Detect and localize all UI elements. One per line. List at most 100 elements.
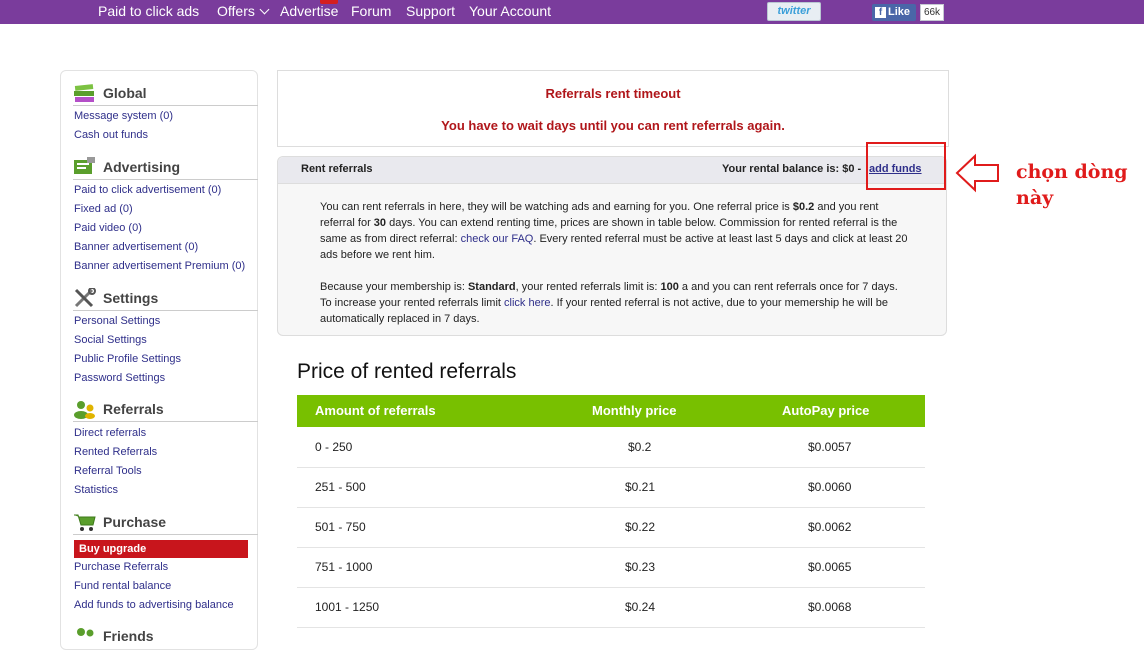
facebook-like-button[interactable]: f Like <box>872 4 916 21</box>
top-nav-bar: Paid to click ads Offers Advertise Forum… <box>0 0 1144 24</box>
folder-stack-icon <box>74 84 94 102</box>
sidebar-item-statistics[interactable]: Statistics <box>74 484 118 496</box>
timeout-title: Referrals rent timeout <box>545 86 681 101</box>
cell-monthly: $0.22 <box>625 520 656 534</box>
price-table-header: Amount of referrals Monthly price AutoPa… <box>297 395 925 427</box>
timeout-panel: Referrals rent timeout You have to wait … <box>277 70 949 147</box>
rent-p2-text-b: , your rented referrals limit is: <box>515 281 661 293</box>
arrow-left-icon <box>955 153 999 193</box>
table-row: 0 - 250 $0.2 $0.0057 <box>297 427 925 468</box>
rent-days: 30 <box>373 217 387 229</box>
table-row: 251 - 500 $0.21 $0.0060 <box>297 467 925 508</box>
sidebar-item-banner-premium[interactable]: Banner advertisement Premium (0) <box>74 260 245 272</box>
nav-offers[interactable]: Offers <box>217 3 270 19</box>
sidebar-item-public-profile[interactable]: Public Profile Settings <box>74 353 181 365</box>
tools-icon <box>74 288 96 308</box>
rent-referrals-header: Rent referrals Your rental balance is: $… <box>278 157 946 184</box>
shopping-cart-icon <box>74 514 96 531</box>
section-title: Friends <box>103 628 154 644</box>
cell-monthly: $0.24 <box>625 600 656 614</box>
sidebar-item-paid-video[interactable]: Paid video (0) <box>74 222 142 234</box>
faq-link[interactable]: check our FAQ <box>461 233 534 245</box>
sidebar-item-personal-settings[interactable]: Personal Settings <box>74 315 160 327</box>
sidebar-section-settings: Settings <box>73 288 258 311</box>
cell-amount: 1001 - 1250 <box>315 600 380 614</box>
sidebar-item-message-system[interactable]: Message system (0) <box>74 110 173 122</box>
rent-p2-text-a: Because your membership is: <box>320 281 468 293</box>
chevron-down-icon <box>259 4 270 15</box>
sidebar-section-referrals: Referrals <box>73 399 258 422</box>
users-icon <box>74 401 95 419</box>
sidebar-item-direct-referrals[interactable]: Direct referrals <box>74 427 146 439</box>
referral-limit: 100 <box>660 281 679 293</box>
sidebar-item-referral-tools[interactable]: Referral Tools <box>74 465 142 477</box>
sidebar-item-purchase-referrals[interactable]: Purchase Referrals <box>74 561 168 573</box>
cell-monthly: $0.2 <box>628 440 652 454</box>
section-title: Purchase <box>103 514 167 530</box>
sidebar-item-buy-upgrade[interactable]: Buy upgrade <box>74 540 248 558</box>
referral-price: $0.2 <box>792 201 815 213</box>
facebook-icon: f <box>875 7 886 18</box>
rent-referrals-panel: Rent referrals Your rental balance is: $… <box>277 156 947 336</box>
cell-autopay: $0.0057 <box>808 440 852 454</box>
annotation-line-2: này <box>1016 187 1054 209</box>
sidebar-item-banner-ad[interactable]: Banner advertisement (0) <box>74 241 198 253</box>
cell-monthly: $0.23 <box>625 560 656 574</box>
nav-support[interactable]: Support <box>406 3 455 19</box>
column-header-autopay: AutoPay price <box>782 403 870 418</box>
sidebar-item-add-funds-advertising[interactable]: Add funds to advertising balance <box>74 599 234 611</box>
nav-paid-to-click[interactable]: Paid to click ads <box>98 3 199 19</box>
cell-autopay: $0.0062 <box>808 520 852 534</box>
twitter-button[interactable]: twitter <box>767 2 821 21</box>
column-header-monthly: Monthly price <box>592 403 677 418</box>
rent-p1-text-a: You can rent referrals in here, they wil… <box>320 201 793 213</box>
sidebar-section-friends: Friends <box>73 626 258 648</box>
section-title: Settings <box>103 290 159 306</box>
facebook-like-label: Like <box>888 6 911 18</box>
section-title: Advertising <box>103 159 181 175</box>
nav-your-account[interactable]: Your Account <box>469 3 551 19</box>
advertising-icon <box>74 157 95 174</box>
table-row: 751 - 1000 $0.23 $0.0065 <box>297 547 925 588</box>
rental-balance-label: Your rental balance is: $0 - <box>722 163 862 175</box>
cell-monthly: $0.21 <box>625 480 656 494</box>
timeout-message: You have to wait days until you can rent… <box>441 118 785 133</box>
cell-amount: 751 - 1000 <box>315 560 373 574</box>
cell-autopay: $0.0065 <box>808 560 852 574</box>
facebook-like-count: 66k <box>920 4 944 21</box>
sidebar: Global Message system (0) Cash out funds… <box>60 70 258 650</box>
section-title: Referrals <box>103 401 164 417</box>
membership-type: Standard <box>467 281 516 293</box>
price-table-title: Price of rented referrals <box>297 360 517 383</box>
table-row: 1001 - 1250 $0.24 $0.0068 <box>297 587 925 628</box>
sidebar-item-fixed-ad[interactable]: Fixed ad (0) <box>74 203 133 215</box>
cell-autopay: $0.0068 <box>808 600 852 614</box>
rent-info-paragraph-1: You can rent referrals in here, they wil… <box>320 199 910 263</box>
sidebar-item-fund-rental-balance[interactable]: Fund rental balance <box>74 580 171 592</box>
cell-amount: 0 - 250 <box>315 440 353 454</box>
sidebar-item-cash-out[interactable]: Cash out funds <box>74 129 148 141</box>
column-header-amount: Amount of referrals <box>315 403 436 418</box>
sidebar-section-advertising: Advertising <box>73 157 258 180</box>
cell-amount: 251 - 500 <box>315 480 366 494</box>
annotation-text: chọn dòng này <box>1016 159 1136 211</box>
sidebar-item-password-settings[interactable]: Password Settings <box>74 372 165 384</box>
rent-referrals-title: Rent referrals <box>301 163 373 175</box>
sidebar-item-rented-referrals[interactable]: Rented Referrals <box>74 446 157 458</box>
annotation-line-1: chọn dòng <box>1016 161 1128 183</box>
sidebar-item-social-settings[interactable]: Social Settings <box>74 334 147 346</box>
increase-limit-link[interactable]: click here <box>504 297 550 309</box>
nav-advertise[interactable]: Advertise <box>280 3 338 19</box>
cell-autopay: $0.0060 <box>808 480 852 494</box>
nav-offers-label: Offers <box>217 3 255 19</box>
sidebar-section-global: Global <box>73 83 258 106</box>
table-row: 501 - 750 $0.22 $0.0062 <box>297 507 925 548</box>
nav-forum[interactable]: Forum <box>351 3 391 19</box>
sidebar-section-purchase: Purchase <box>73 512 258 535</box>
annotation-highlight-box <box>866 142 946 190</box>
cell-amount: 501 - 750 <box>315 520 366 534</box>
friends-icon <box>77 628 94 637</box>
section-title: Global <box>103 85 147 101</box>
sidebar-item-ptc-ads[interactable]: Paid to click advertisement (0) <box>74 184 221 196</box>
rent-info-paragraph-2: Because your membership is: Standard, yo… <box>320 279 910 327</box>
